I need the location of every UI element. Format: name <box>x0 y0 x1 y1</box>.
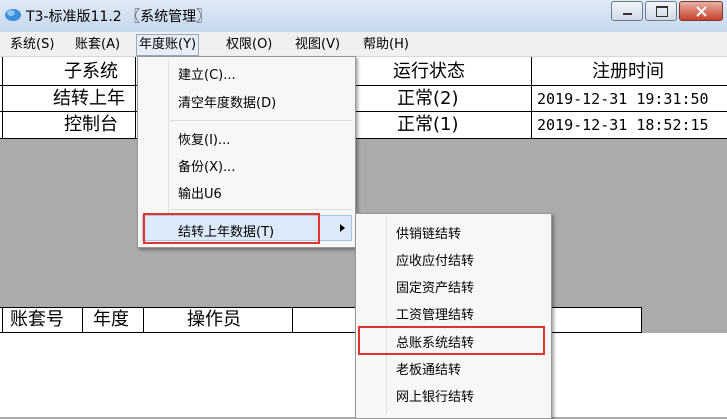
menu-separator <box>170 209 352 210</box>
menu-item-backup[interactable]: 备份(X)... <box>178 156 235 175</box>
menu-help[interactable]: 帮助(H) <box>361 35 411 55</box>
column-header-account-no: 账套号 <box>10 309 64 330</box>
menu-item-restore[interactable]: 恢复(I)... <box>178 129 230 148</box>
subsystem-table: 子系统 运行状态 注册时间 结转上年 正常(2) 2019-12-31 19:3… <box>0 57 727 139</box>
menu-year-account[interactable]: 年度账(Y) <box>136 34 200 56</box>
column-header-operator: 操作员 <box>187 309 241 330</box>
submenu-arrow-icon <box>340 224 345 232</box>
row-1-status: 正常(2) <box>397 88 459 109</box>
close-icon <box>696 6 707 17</box>
highlight-box-general-ledger <box>358 326 545 355</box>
row-1-time: 2019-12-31 19:31:50 <box>537 90 709 108</box>
maximize-button[interactable] <box>645 1 677 21</box>
menu-item-clear-year-data[interactable]: 清空年度数据(D) <box>178 92 276 111</box>
row-1-subsystem[interactable]: 结转上年 <box>53 87 125 111</box>
submenu-item-fixed-assets[interactable]: 固定资产结转 <box>396 277 474 296</box>
row-2-time: 2019-12-31 18:52:15 <box>537 116 709 134</box>
submenu-item-receivable-payable[interactable]: 应收应付结转 <box>396 250 474 269</box>
title-bar: T3-标准版11.2 〖系统管理〗 <box>0 0 727 32</box>
window-title: T3-标准版11.2 〖系统管理〗 <box>26 9 211 25</box>
row-2-status: 正常(1) <box>397 114 459 135</box>
menu-separator <box>170 120 352 121</box>
column-header-register-time: 注册时间 <box>592 61 664 82</box>
minimize-button[interactable] <box>611 1 643 21</box>
submenu-item-supply-chain[interactable]: 供销链结转 <box>396 223 461 242</box>
column-header-year: 年度 <box>93 309 129 330</box>
menu-item-create[interactable]: 建立(C)... <box>178 64 236 83</box>
app-icon <box>5 9 21 21</box>
maximize-icon <box>656 6 668 17</box>
column-header-status: 运行状态 <box>393 61 465 82</box>
column-header-subsystem: 子系统 <box>64 61 118 82</box>
submenu-item-online-banking[interactable]: 网上银行结转 <box>396 386 474 405</box>
close-button[interactable] <box>679 1 723 21</box>
menu-bar: 系统(S) 账套(A) 年度账(Y) 权限(O) 视图(V) 帮助(H) <box>0 32 727 57</box>
row-2-subsystem[interactable]: 控制台 <box>64 113 118 137</box>
minimize-icon <box>623 13 632 15</box>
carry-forward-submenu: 供销链结转 应收应付结转 固定资产结转 工资管理结转 总账系统结转 老板通结转 … <box>355 213 552 419</box>
highlight-box-carry-forward <box>143 213 320 244</box>
menu-system[interactable]: 系统(S) <box>8 35 56 55</box>
menu-permission[interactable]: 权限(O) <box>224 35 274 55</box>
submenu-item-laobantong[interactable]: 老板通结转 <box>396 359 461 378</box>
menu-account-set[interactable]: 账套(A) <box>73 35 122 55</box>
menu-view[interactable]: 视图(V) <box>293 35 342 55</box>
menu-item-export-u6[interactable]: 输出U6 <box>178 183 222 202</box>
submenu-item-payroll[interactable]: 工资管理结转 <box>396 304 474 323</box>
